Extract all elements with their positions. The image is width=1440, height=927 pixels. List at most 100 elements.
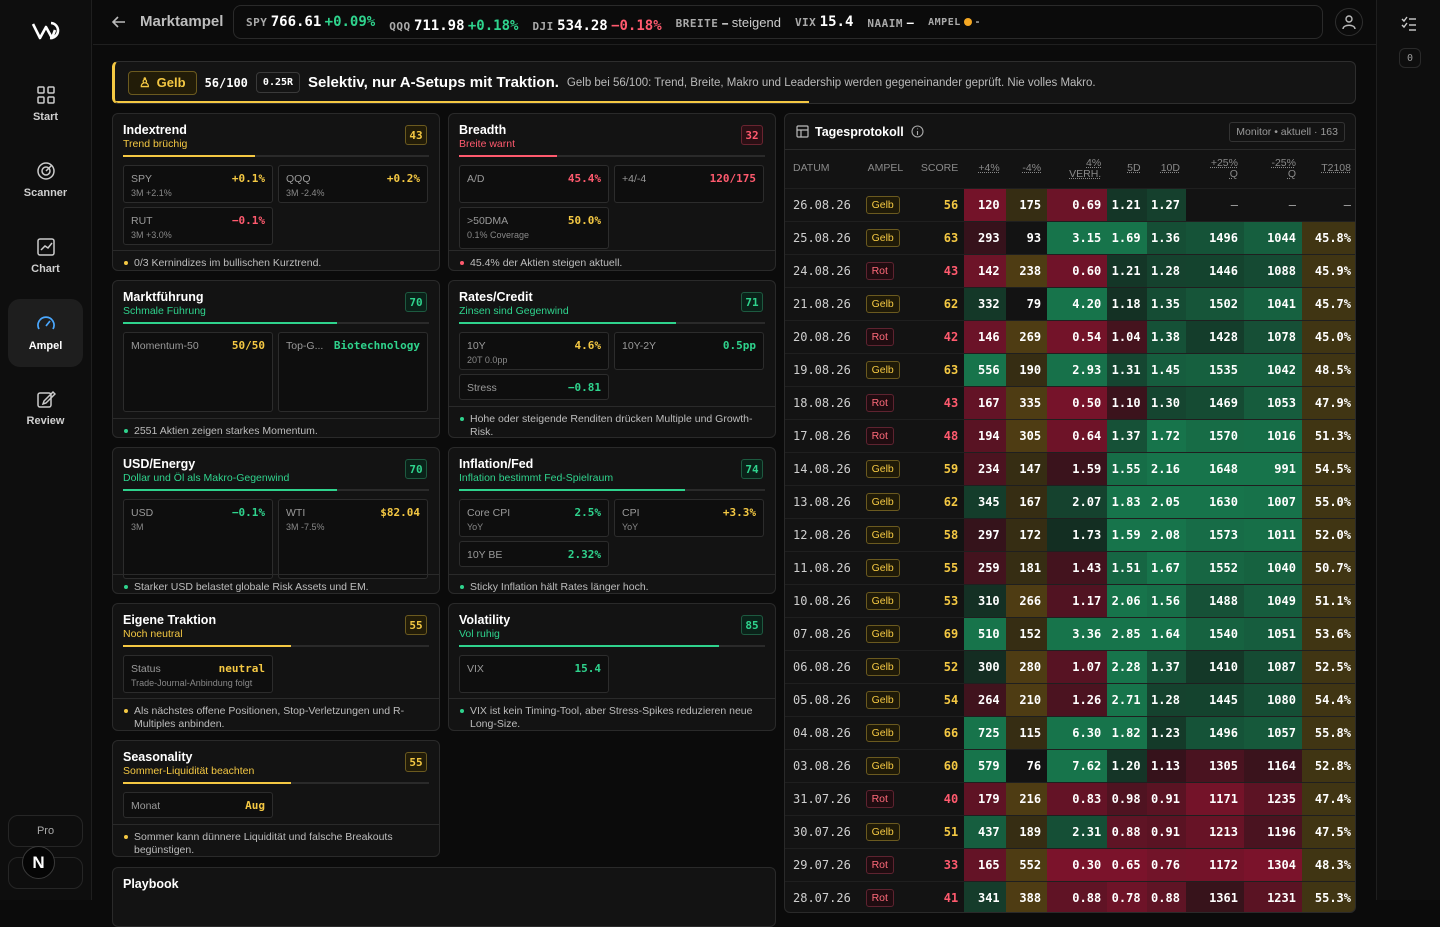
metric-tile[interactable]: 10Y-2Y 0.5pp [614,332,764,370]
table-row[interactable]: 24.08.26 Rot 43 142 238 0.60 1.21 1.28 1446 1088 4… [785,253,1355,287]
table-row[interactable]: 28.07.26 Rot 41 341 388 0.88 0.78 0.88 1361 1231 5… [785,880,1355,912]
metric-label: >50DMA [467,215,509,227]
pro-button[interactable]: Pro [8,815,83,847]
table-row[interactable]: 13.08.26 Gelb 62 345 167 2.07 1.83 2.05 1630 1007… [785,484,1355,518]
column-header[interactable]: 10D [1147,151,1186,188]
metric-tile[interactable]: 10Y BE 2.32% [459,541,609,567]
sidebar-item-review[interactable]: Review [8,374,83,442]
cell-value: 63 [913,352,965,386]
table-row[interactable]: 10.08.26 Gelb 53 310 266 1.17 2.06 1.56 1488 1049… [785,583,1355,617]
table-row[interactable]: 30.07.26 Gelb 51 437 189 2.31 0.88 0.91 1213 1196… [785,814,1355,848]
table-row[interactable]: 04.08.26 Gelb 66 725 115 6.30 1.82 1.23 1496 1057… [785,715,1355,749]
cell-value: 59 [913,451,965,485]
column-header[interactable]: DATUM [785,151,860,188]
metric-tile[interactable]: USD −0.1% 3M [123,499,273,579]
ticker-naaim[interactable]: NAAIM – [867,14,914,30]
metric-tile[interactable]: Monat Aug [123,792,273,818]
table-row[interactable]: 31.07.26 Rot 40 179 216 0.83 0.98 0.91 1171 1235 4… [785,781,1355,815]
cell-value: 0.88 [1107,814,1147,848]
cell-date: 17.08.26 [785,418,860,452]
ticker-ampel[interactable]: AMPEL - [928,14,979,28]
cell-ampel: Gelb [859,220,914,254]
table-row[interactable]: 25.08.26 Gelb 63 293 93 3.15 1.69 1.36 1496 1044 4… [785,220,1355,254]
table-row[interactable]: 17.08.26 Rot 48 194 305 0.64 1.37 1.72 1570 1016 5… [785,418,1355,452]
sidebar-item-ampel[interactable]: Ampel [8,299,83,367]
table-row[interactable]: 11.08.26 Gelb 55 259 181 1.43 1.51 1.67 1552 1040… [785,550,1355,584]
metric-tile[interactable]: QQQ +0.2% 3M -2.4% [278,165,428,203]
cell-value: 1040 [1243,550,1302,584]
info-icon[interactable] [911,125,924,138]
column-header[interactable]: T2108 [1302,151,1355,188]
sidebar-item-scanner[interactable]: Scanner [8,146,83,214]
metric-sub: 3M +3.0% [131,230,172,240]
cell-value: 33 [913,847,965,881]
back-arrow-icon[interactable] [109,12,129,32]
cell-value: 0.64 [1047,418,1108,452]
metric-tile[interactable]: A/D 45.4% [459,165,609,203]
cell-value: 0.78 [1107,880,1147,912]
cell-value: 1552 [1185,550,1244,584]
ampel-badge: Gelb [865,459,900,478]
table-row[interactable]: 05.08.26 Gelb 54 264 210 1.26 2.71 1.28 1445 1080… [785,682,1355,716]
column-header[interactable]: 4% VERH. [1047,151,1107,188]
cell-ampel: Gelb [859,682,914,716]
table-row[interactable]: 03.08.26 Gelb 60 579 76 7.62 1.20 1.13 1305 1164 5… [785,748,1355,782]
column-header[interactable]: 5D [1107,151,1146,188]
metric-tile[interactable]: RUT −0.1% 3M +3.0% [123,207,273,245]
metric-tile[interactable]: >50DMA 50.0% 0.1% Coverage [459,207,609,249]
column-header[interactable]: +4% [964,151,1005,188]
sidebar-item-label: Ampel [28,340,63,352]
metric-tile[interactable]: Status neutral Trade-Journal-Anbindung f… [123,655,273,693]
table-row[interactable]: 18.08.26 Rot 43 167 335 0.50 1.10 1.30 1469 1053 4… [785,385,1355,419]
table-row[interactable]: 29.07.26 Rot 33 165 552 0.30 0.65 0.76 1172 1304 4… [785,847,1355,881]
app-logo[interactable] [31,18,61,42]
column-header[interactable]: -25% Q [1244,151,1302,188]
metric-tile[interactable]: Top-G... Biotechnology [278,332,428,412]
metric-tile[interactable]: CPI +3.3% YoY [614,499,764,537]
ticker-dji[interactable]: DJI 534.28 −0.18% [532,18,661,34]
column-header[interactable]: AMPEL [860,151,914,188]
ticker-breite[interactable]: BREITE – steigend [676,15,781,30]
metric-tile[interactable]: +4/-4 120/175 [614,165,764,203]
sidebar-item-chart[interactable]: Chart [8,222,83,290]
table-row[interactable]: 26.08.26 Gelb 56 120 175 0.69 1.21 1.27– – – [785,187,1355,221]
ticker-vix[interactable]: VIX 15.4 [795,14,853,30]
metric-label: Momentum-50 [131,340,199,352]
metric-tile[interactable]: Momentum-50 50/50 [123,332,273,412]
avatar[interactable]: N [22,846,55,879]
cell-value: 167 [964,385,1006,419]
column-header[interactable]: SCORE [913,151,964,188]
column-header[interactable]: +25% Q [1186,151,1244,188]
table-row[interactable]: 14.08.26 Gelb 59 234 147 1.59 1.55 2.16 1648 991 5… [785,451,1355,485]
cell-value: 48.5% [1301,352,1355,386]
ampel-badge: Gelb [865,591,900,610]
ticker-qqq[interactable]: QQQ 711.98 +0.18% [389,18,518,34]
column-header[interactable]: -4% [1006,151,1047,188]
sidebar-item-start[interactable]: Start [8,70,83,138]
ampel-badge: Gelb [865,492,900,511]
metric-tile[interactable]: SPY +0.1% 3M +2.1% [123,165,273,203]
metric-value: 4.6% [574,339,602,352]
table-row[interactable]: 21.08.26 Gelb 62 332 79 4.20 1.18 1.35 1502 1041 4… [785,286,1355,320]
card-score-bar [459,645,765,647]
metric-tile[interactable]: VIX 15.4 [459,655,609,693]
table-row[interactable]: 12.08.26 Gelb 58 297 172 1.73 1.59 2.08 1573 1011… [785,517,1355,551]
metric-label: 10Y [467,340,486,352]
user-icon[interactable] [1335,8,1363,36]
metric-tile[interactable]: Core CPI 2.5% YoY [459,499,609,537]
cell-value: 93 [1005,220,1048,254]
cell-value: 120 [964,187,1006,221]
metric-tile[interactable]: Stress −0.81 [459,374,609,400]
table-row[interactable]: 07.08.26 Gelb 69 510 152 3.36 2.85 1.64 1540 1051… [785,616,1355,650]
metric-tile[interactable]: WTI $82.04 3M -7.5% [278,499,428,579]
ticker-spy[interactable]: SPY 766.61 +0.09% [246,14,375,30]
card-score-badge: 32 [741,125,763,145]
ticker-label: QQQ [389,20,411,33]
table-row[interactable]: 06.08.26 Gelb 52 300 280 1.07 2.28 1.37 1410 1087… [785,649,1355,683]
table-row[interactable]: 19.08.26 Gelb 63 556 190 2.93 1.31 1.45 1535 1042… [785,352,1355,386]
table-row[interactable]: 20.08.26 Rot 42 146 269 0.54 1.04 1.38 1428 1078 4… [785,319,1355,353]
card-footnote: Starker USD belastet globale Risk Assets… [113,574,439,593]
ticker-value: 766.61 [270,14,322,30]
metric-tile[interactable]: 10Y 4.6% 20T 0.0pp [459,332,609,370]
checklist-icon[interactable] [1400,15,1418,33]
